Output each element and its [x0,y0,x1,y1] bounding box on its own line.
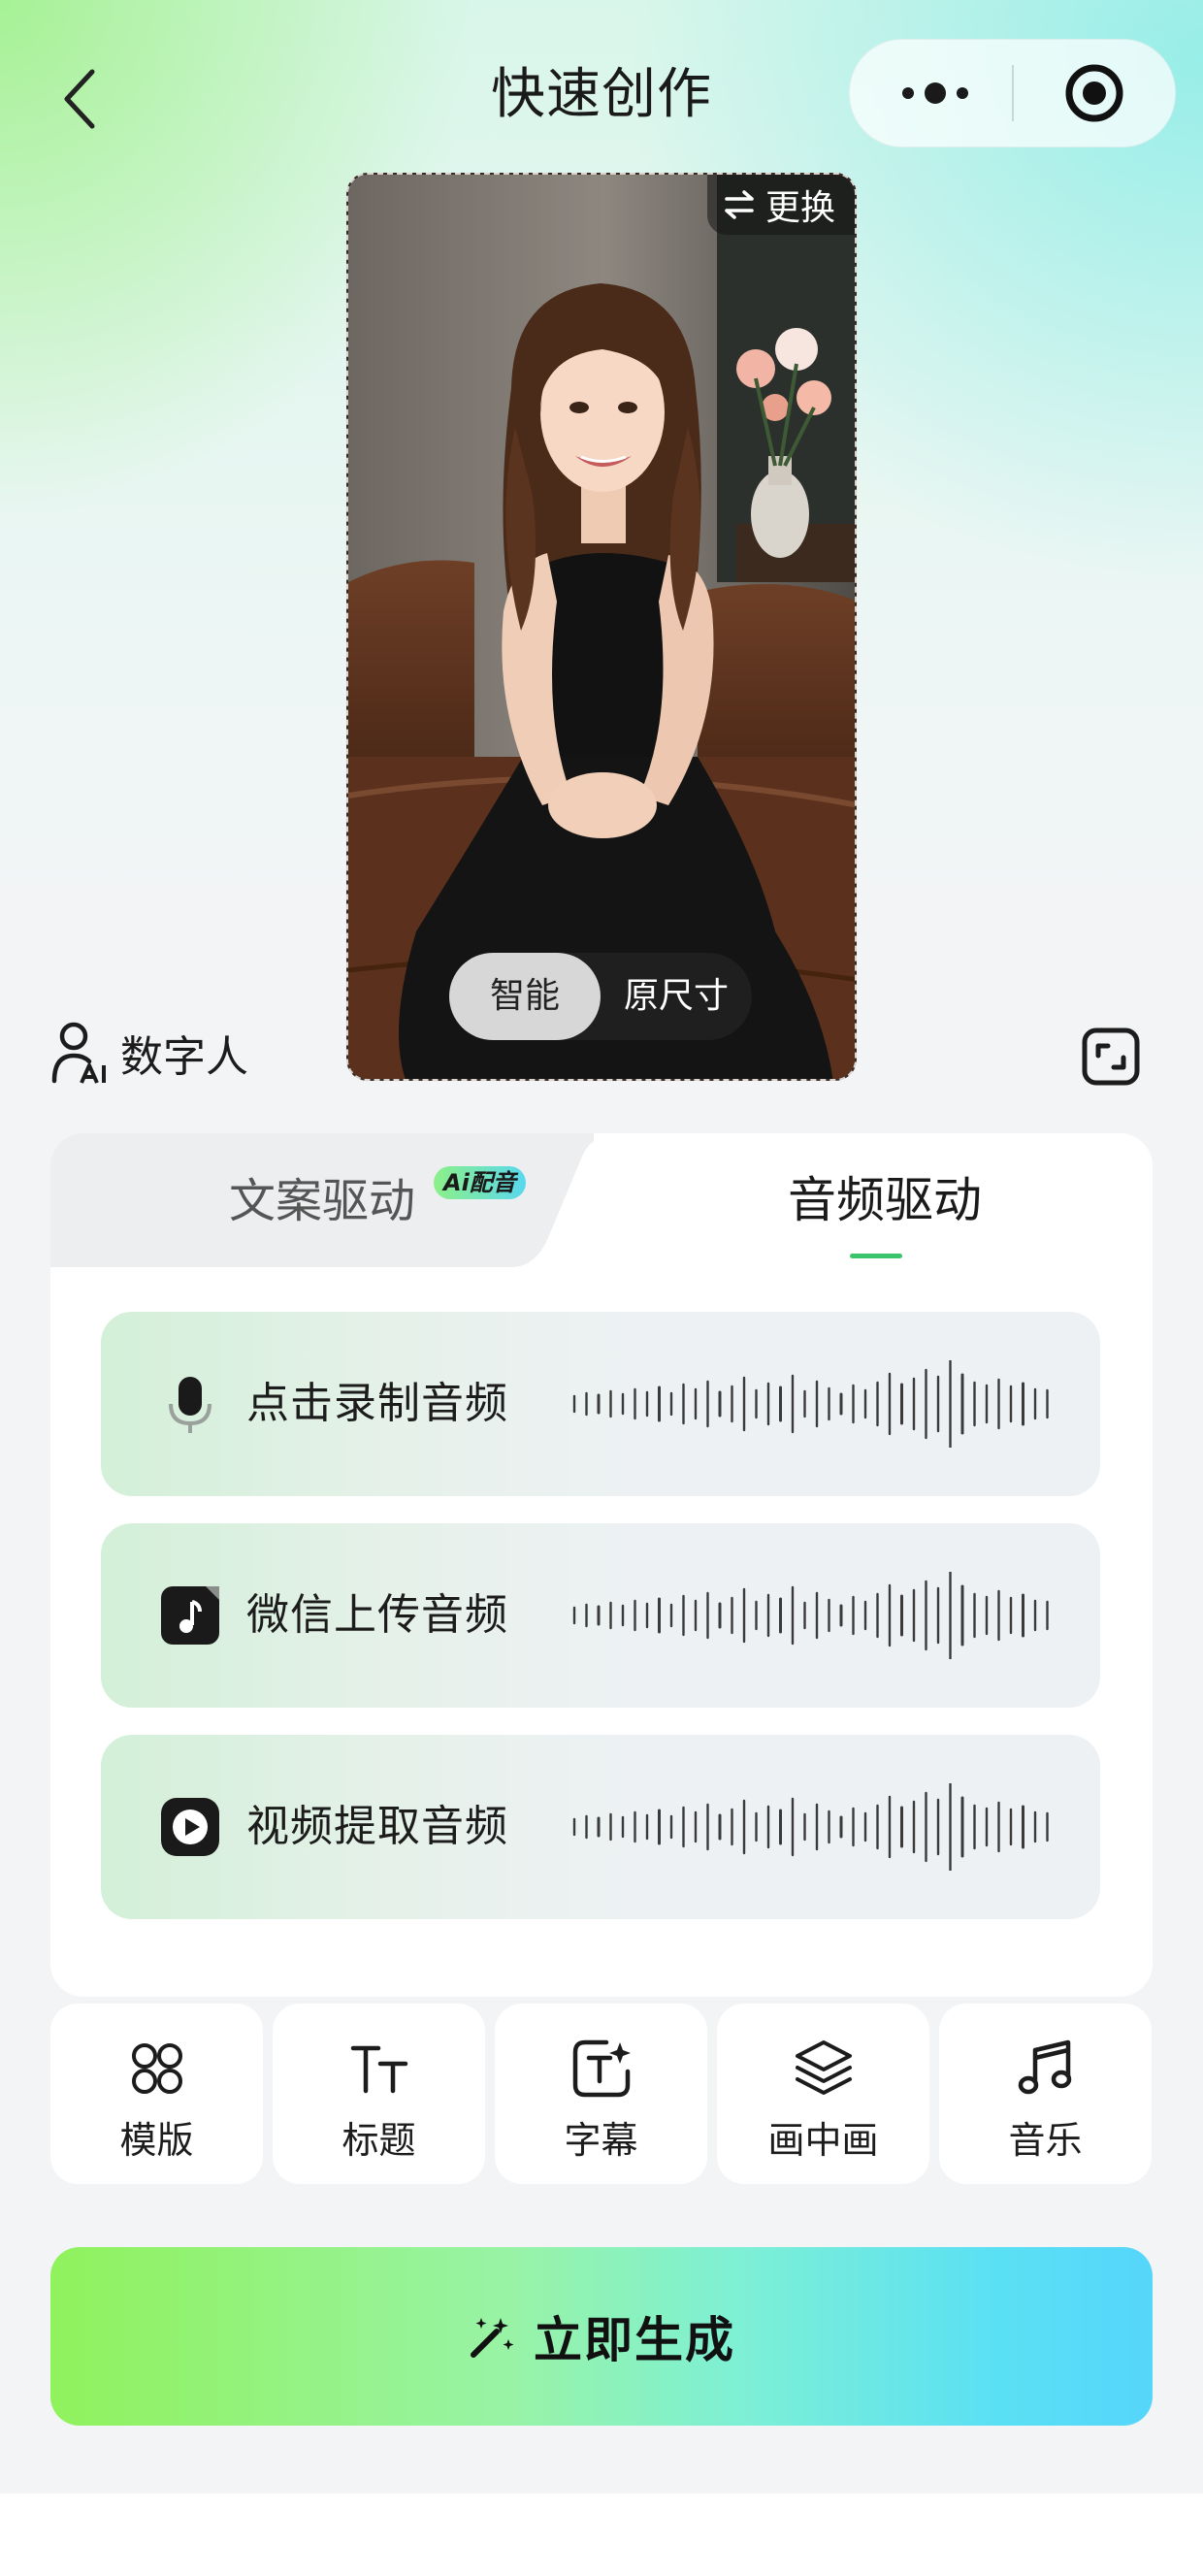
tool-title-label: 标题 [341,2119,416,2162]
swap-label: 更换 [764,188,835,228]
waveform-graphic [572,1360,1049,1448]
microphone-icon [169,1377,211,1433]
tab-audio-drive[interactable]: 音频驱动 [652,1133,1118,1259]
text-size-icon [350,2045,408,2094]
tool-picture-in-picture[interactable]: 画中画 [717,2004,929,2184]
page-title: 快速创作 [491,63,712,126]
more-dots-icon [902,82,968,104]
close-button[interactable] [1063,62,1125,124]
page-bottom-area [0,2494,1203,2576]
ratio-option-original[interactable]: 原尺寸 [601,953,752,1040]
ratio-toggle: 智能 原尺寸 [449,953,752,1040]
waveform-graphic [572,1572,1049,1659]
tab-audio-drive-label: 音频驱动 [788,1172,982,1228]
wechat-upload-label: 微信上传音频 [246,1590,508,1640]
mini-program-capsule [849,39,1176,147]
generate-button[interactable]: 立即生成 [50,2247,1153,2426]
digital-human-text: 数字人 [120,1032,248,1082]
generate-label: 立即生成 [534,2312,735,2368]
tab-script-drive-label: 文案驱动 [228,1174,415,1228]
record-audio-label: 点击录制音频 [246,1379,508,1428]
video-extract-label: 视频提取音频 [246,1802,508,1851]
swap-arrows-icon [725,190,754,219]
subtitle-icon [572,2039,631,2098]
tool-template[interactable]: 模版 [50,2004,263,2184]
more-button[interactable] [896,69,974,117]
music-file-icon [161,1586,219,1645]
tab-active-indicator [850,1254,902,1258]
music-note-icon [1018,2039,1072,2095]
tool-subtitle[interactable]: 字幕 [495,2004,707,2184]
wechat-upload-option[interactable]: 微信上传音频 [101,1523,1100,1708]
capsule-divider [1012,65,1014,121]
expand-button[interactable] [1081,1027,1141,1087]
digital-human-label[interactable]: 数字人 [50,1021,248,1085]
ai-voice-badge: Ai配音 [434,1166,526,1199]
avatar-preview[interactable]: 更换 智能 原尺寸 [346,173,857,1081]
back-button[interactable] [50,60,109,138]
target-icon [1065,64,1123,122]
chevron-left-icon [64,69,95,129]
tool-title[interactable]: 标题 [273,2004,485,2184]
expand-icon [1082,1027,1140,1086]
avatar-photo [348,175,855,1079]
tool-music-label: 音乐 [1008,2119,1083,2162]
swap-avatar-button[interactable]: 更换 [706,175,855,235]
waveform-graphic [572,1783,1049,1871]
record-audio-option[interactable]: 点击录制音频 [101,1312,1100,1496]
ratio-option-smart[interactable]: 智能 [449,953,601,1040]
tool-music[interactable]: 音乐 [939,2004,1152,2184]
tool-template-label: 模版 [119,2119,194,2162]
tool-subtitle-label: 字幕 [564,2119,638,2162]
drive-panel: 文案驱动 Ai配音 音频驱动 点击录制音频 微信上传音频 视频提取音频 [50,1133,1153,1997]
video-extract-option[interactable]: 视频提取音频 [101,1735,1100,1919]
template-grid-icon [132,2043,182,2094]
ai-person-icon [51,1022,106,1084]
layers-icon [796,2040,852,2095]
magic-wand-icon [471,2318,514,2358]
play-icon [161,1798,219,1856]
tool-pip-label: 画中画 [767,2119,879,2162]
